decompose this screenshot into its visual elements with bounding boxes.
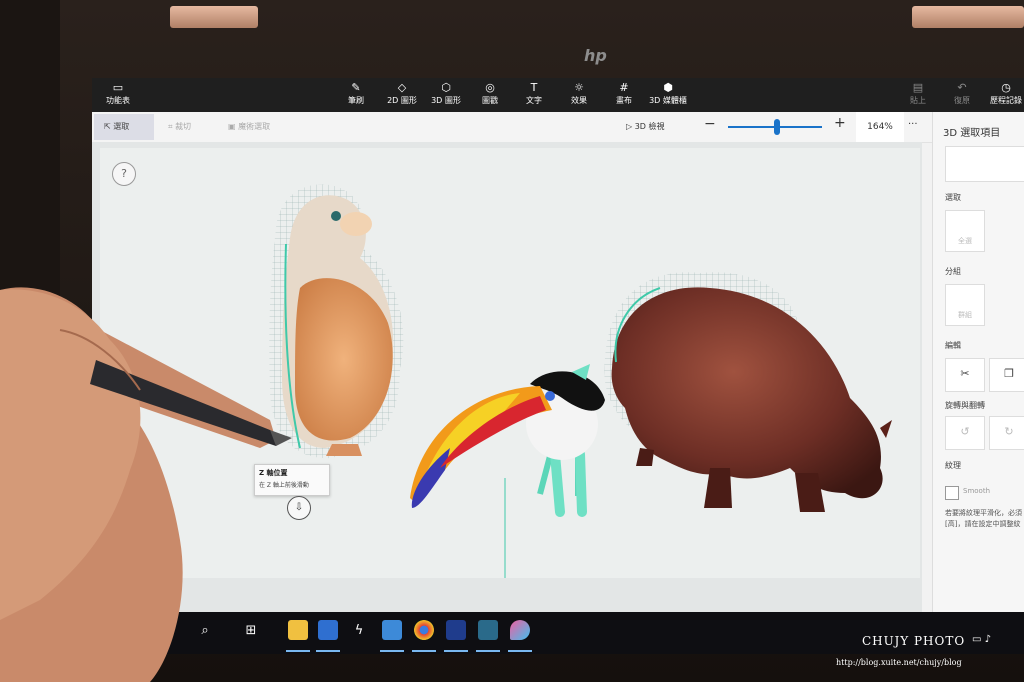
rotate-flip-label: 旋轉與翻轉 bbox=[945, 401, 985, 410]
chrome-icon[interactable] bbox=[414, 620, 434, 640]
rotate-left-icon: ↺ bbox=[960, 425, 970, 438]
3d-view-toggle[interactable]: ▷ 3D 檢視 bbox=[626, 121, 665, 132]
select-all-button[interactable]: 全選 bbox=[945, 210, 985, 252]
undo-icon: ↶ bbox=[957, 81, 967, 94]
panel-top-button[interactable] bbox=[945, 146, 1024, 182]
canvas-icon: # bbox=[619, 81, 629, 94]
more-options-button[interactable]: ··· bbox=[908, 119, 918, 130]
side-panel: 3D 選取項目 選取 全選 分組 群組 編輯 ✂ ❐ 旋轉與翻轉 ↺ ↻ 紋理 … bbox=[932, 112, 1024, 612]
edit-section-label: 編輯 bbox=[945, 341, 961, 350]
active-indicator bbox=[444, 650, 468, 652]
tool-label: 貼上 bbox=[910, 96, 926, 105]
zoom-value[interactable]: 164% bbox=[856, 112, 904, 142]
network-icon[interactable]: ▭ bbox=[972, 634, 981, 645]
select-section-label: 選取 bbox=[945, 193, 961, 202]
brush-icon: ✎ bbox=[351, 81, 361, 94]
3d-shapes-icon: ⬡ bbox=[441, 81, 451, 94]
hinge-right bbox=[912, 6, 1024, 28]
history-icon: ◷ bbox=[1001, 81, 1011, 94]
cut-button[interactable]: ✂ bbox=[945, 358, 985, 392]
volume-icon[interactable]: ♪ bbox=[985, 634, 991, 645]
2d-shapes-icon: ◇ bbox=[397, 81, 407, 94]
view-icon: ▷ bbox=[626, 122, 635, 131]
tool-text[interactable]: T 文字 bbox=[510, 81, 558, 106]
paste-button[interactable]: ▤ 貼上 bbox=[894, 81, 942, 106]
active-indicator bbox=[508, 650, 532, 652]
watermark-name: CHUJY PHOTO bbox=[862, 634, 966, 648]
panel-title: 3D 選取項目 bbox=[943, 128, 1001, 139]
3d-view-label: 3D 檢視 bbox=[634, 122, 665, 131]
tool-2d-shapes[interactable]: ◇ 2D 圖形 bbox=[378, 81, 426, 106]
3d-library-icon: ⬢ bbox=[663, 81, 673, 94]
paste-icon: ▤ bbox=[912, 81, 924, 94]
rotate-right-button[interactable]: ↻ bbox=[989, 416, 1024, 450]
tool-label: 3D 媒體櫃 bbox=[649, 96, 687, 105]
ms-app-icon[interactable] bbox=[478, 620, 498, 640]
tool-label: 畫布 bbox=[616, 96, 632, 105]
zoom-slider-thumb[interactable] bbox=[774, 119, 780, 135]
store-icon[interactable] bbox=[318, 620, 338, 640]
tool-3d-library[interactable]: ⬢ 3D 媒體櫃 bbox=[644, 81, 692, 106]
group-button[interactable]: 群組 bbox=[945, 284, 985, 326]
tool-label: 文字 bbox=[526, 96, 542, 105]
active-indicator bbox=[380, 650, 404, 652]
powershell-icon[interactable] bbox=[446, 620, 466, 640]
tool-label: 筆刷 bbox=[348, 96, 364, 105]
tool-canvas[interactable]: # 畫布 bbox=[600, 81, 648, 106]
brand-logo: hp bbox=[584, 46, 607, 65]
watermark-url: http://blog.xuite.net/chujy/blog bbox=[836, 658, 962, 667]
rotate-left-button[interactable]: ↺ bbox=[945, 416, 985, 450]
paint-3d-icon[interactable] bbox=[510, 620, 530, 640]
rotate-right-icon: ↻ bbox=[1004, 425, 1014, 438]
photo-scene: hp ▭ 功能表 ✎ 筆刷 ◇ 2D 圖形 ⬡ 3D 圖形 ◎ 圖戳 T 文字 ☼ 效果 #… bbox=[0, 0, 1024, 682]
scissors-icon: ✂ bbox=[960, 367, 970, 380]
tool-label: 復原 bbox=[954, 96, 970, 105]
active-indicator bbox=[412, 650, 436, 652]
effects-icon: ☼ bbox=[574, 81, 584, 94]
tool-label: 歷程記錄 bbox=[990, 96, 1022, 105]
active-indicator bbox=[316, 650, 340, 652]
tool-label: 圖戳 bbox=[482, 96, 498, 105]
zoom-in-button[interactable]: + bbox=[834, 115, 846, 131]
tray-icons: ▭ ♪ bbox=[972, 634, 991, 645]
lightning-app-icon[interactable]: ϟ bbox=[350, 622, 368, 640]
hippo-model[interactable] bbox=[604, 272, 892, 512]
group-section-label: 分組 bbox=[945, 267, 961, 276]
copy-icon: ❐ bbox=[1004, 367, 1014, 380]
tool-label: 3D 圖形 bbox=[431, 96, 461, 105]
tool-brushes[interactable]: ✎ 筆刷 bbox=[332, 81, 380, 106]
tool-3d-shapes[interactable]: ⬡ 3D 圖形 bbox=[422, 81, 470, 106]
toucan-model[interactable] bbox=[410, 364, 605, 517]
texture-note: 若要將紋理平滑化，必須 [高]，請在設定中調整紋 bbox=[945, 509, 1022, 528]
tool-effects[interactable]: ☼ 效果 bbox=[555, 81, 603, 106]
photos-icon[interactable] bbox=[382, 620, 402, 640]
stickers-icon: ◎ bbox=[485, 81, 495, 94]
copy-button[interactable]: ❐ bbox=[989, 358, 1024, 392]
smooth-label: Smooth bbox=[963, 487, 991, 495]
smooth-checkbox[interactable] bbox=[945, 486, 959, 500]
texture-label: 紋理 bbox=[945, 461, 961, 470]
active-indicator bbox=[476, 650, 500, 652]
group-label: 群組 bbox=[958, 311, 972, 319]
undo-button[interactable]: ↶ 復原 bbox=[938, 81, 986, 106]
text-icon: T bbox=[530, 81, 538, 94]
hand-with-pen bbox=[0, 287, 292, 682]
history-button[interactable]: ◷ 歷程記錄 bbox=[982, 81, 1024, 106]
tool-label: 2D 圖形 bbox=[387, 96, 417, 105]
zoom-out-button[interactable]: − bbox=[704, 116, 716, 132]
tool-label: 效果 bbox=[571, 96, 587, 105]
tool-stickers[interactable]: ◎ 圖戳 bbox=[466, 81, 514, 106]
select-all-label: 全選 bbox=[958, 237, 972, 245]
